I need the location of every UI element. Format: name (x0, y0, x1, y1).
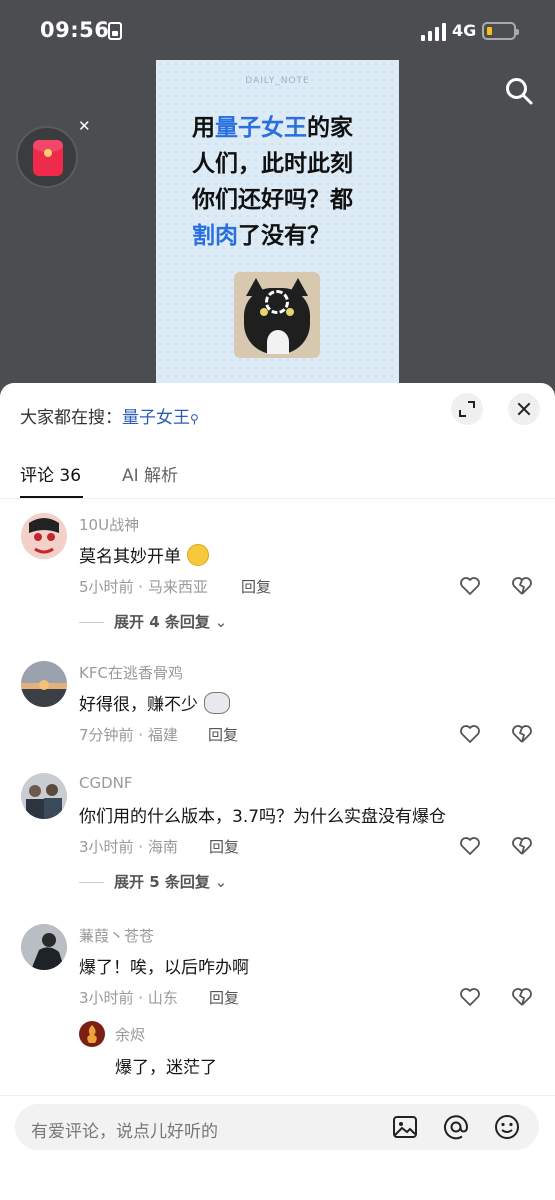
avatar[interactable] (21, 773, 67, 819)
grinning-emoji-icon (187, 544, 209, 566)
reply-button[interactable]: 回复 (241, 576, 271, 597)
reply-button[interactable]: 回复 (209, 987, 239, 1008)
expand-replies-button[interactable]: 展开 5 条回复 ⌄ (79, 871, 227, 892)
broken-heart-icon[interactable] (510, 574, 534, 598)
image-icon[interactable] (391, 1113, 419, 1141)
card-text-highlight: 割肉 (192, 223, 238, 249)
tab-active-indicator (20, 496, 83, 498)
avatar[interactable] (79, 1021, 105, 1047)
status-bar: 09:56 4G (0, 0, 555, 62)
search-icon: ⚲ (190, 412, 199, 426)
input-placeholder: 有爱评论，说点儿好听的 (31, 1122, 218, 1142)
list-item: CGDNF 你们用的什么版本，3.7吗？为什么实盘没有爆仓 3小时前 · 海南 … (0, 773, 555, 893)
reply-username[interactable]: 余烬 (115, 1024, 145, 1045)
video-card: DAILY_NOTE 用量子女王的家人们，此时此刻你们还好吗？都割肉了没有？ (156, 60, 399, 400)
sim-card-icon (108, 22, 122, 40)
comment-username[interactable]: CGDNF (79, 774, 133, 792)
status-time: 09:56 (40, 18, 110, 42)
comment-meta: 3小时前 · 海南 (79, 838, 178, 856)
hot-search-keyword[interactable]: 量子女王 (122, 408, 190, 428)
comment-username[interactable]: KFC在逃香骨鸡 (79, 662, 183, 683)
list-item: 10U战神 莫名其妙开单 5小时前 · 马来西亚 回复 展开 4 条回复 ⌄ (0, 513, 555, 633)
comment-username[interactable]: 蒹葭丶苍苍 (79, 925, 154, 946)
comment-input[interactable]: 有爱评论，说点儿好听的 (15, 1104, 539, 1150)
expand-button[interactable] (451, 393, 483, 425)
chevron-down-icon: ⌄ (214, 873, 228, 891)
comment-text: 你们用的什么版本，3.7吗？为什么实盘没有爆仓 (79, 807, 447, 827)
card-text-part: 了没有？ (238, 223, 330, 249)
heart-icon[interactable] (458, 722, 482, 746)
chevron-down-icon: ⌄ (214, 613, 228, 631)
comment-text: 好得很，赚不少 (79, 690, 230, 715)
expand-replies-button[interactable]: 展开 4 条回复 ⌄ (79, 611, 227, 632)
emoji-icon[interactable] (493, 1113, 521, 1141)
reply-button[interactable]: 回复 (209, 836, 239, 857)
tab-bar: 评论 36 AI 解析 (0, 445, 555, 499)
heart-icon[interactable] (458, 834, 482, 858)
cat-image (234, 272, 320, 358)
avatar[interactable] (21, 661, 67, 707)
at-icon[interactable] (442, 1113, 470, 1141)
battery-icon (482, 22, 519, 40)
reply-item: 余烬 爆了，迷茫了 (0, 1019, 555, 1093)
card-headline: 用量子女王的家人们，此时此刻你们还好吗？都割肉了没有？ (192, 110, 374, 254)
close-icon[interactable]: ✕ (78, 117, 91, 135)
red-envelope-button[interactable] (16, 126, 78, 188)
card-tag: DAILY_NOTE (245, 76, 310, 86)
list-item: 蒹葭丶苍苍 爆了！唉，以后咋办啊 3小时前 · 山东 回复 (0, 924, 555, 1024)
hot-search-prefix: 大家都在搜： (20, 408, 122, 428)
reply-button[interactable]: 回复 (208, 724, 238, 745)
hot-search-bar[interactable]: 大家都在搜：量子女王⚲ (20, 403, 199, 428)
tab-ai-analysis[interactable]: AI 解析 (122, 461, 178, 486)
comment-sheet: 大家都在搜：量子女王⚲ 评论 36 AI 解析 10U战神 莫名其妙开单 5小时… (0, 383, 555, 1200)
close-button[interactable] (508, 393, 540, 425)
list-item: KFC在逃香骨鸡 好得很，赚不少 7分钟前 · 福建 回复 (0, 661, 555, 751)
network-type: 4G (452, 21, 477, 40)
card-text-highlight: 量子女王 (215, 115, 307, 141)
comment-username[interactable]: 10U战神 (79, 514, 139, 535)
expand-icon (459, 401, 475, 417)
broken-heart-icon[interactable] (510, 834, 534, 858)
comment-meta: 7分钟前 · 福建 (79, 726, 178, 744)
card-text-part: 用 (192, 115, 215, 141)
heart-icon[interactable] (458, 574, 482, 598)
avatar[interactable] (21, 513, 67, 559)
tab-comments[interactable]: 评论 36 (20, 461, 81, 486)
comment-input-bar: 有爱评论，说点儿好听的 (0, 1095, 555, 1200)
comment-text: 爆了！唉，以后咋办啊 (79, 958, 249, 978)
comment-text: 莫名其妙开单 (79, 542, 209, 567)
comment-list[interactable]: 10U战神 莫名其妙开单 5小时前 · 马来西亚 回复 展开 4 条回复 ⌄ K… (0, 499, 555, 1093)
red-envelope-icon (33, 140, 63, 176)
broken-heart-icon[interactable] (510, 985, 534, 1009)
avatar[interactable] (21, 924, 67, 970)
signal-icon (421, 21, 447, 41)
video-area[interactable]: 09:56 4G ✕ DAILY_NOTE 用量子女王的家人们，此时此刻你们还好… (0, 0, 555, 400)
loading-spinner-icon (265, 290, 289, 314)
comment-meta: 3小时前 · 山东 (79, 989, 178, 1007)
husky-emoji-icon (204, 692, 230, 714)
broken-heart-icon[interactable] (510, 722, 534, 746)
heart-icon[interactable] (458, 985, 482, 1009)
search-icon[interactable] (504, 76, 534, 106)
reply-text: 爆了，迷茫了 (115, 1058, 217, 1078)
comment-meta: 5小时前 · 马来西亚 (79, 578, 208, 596)
